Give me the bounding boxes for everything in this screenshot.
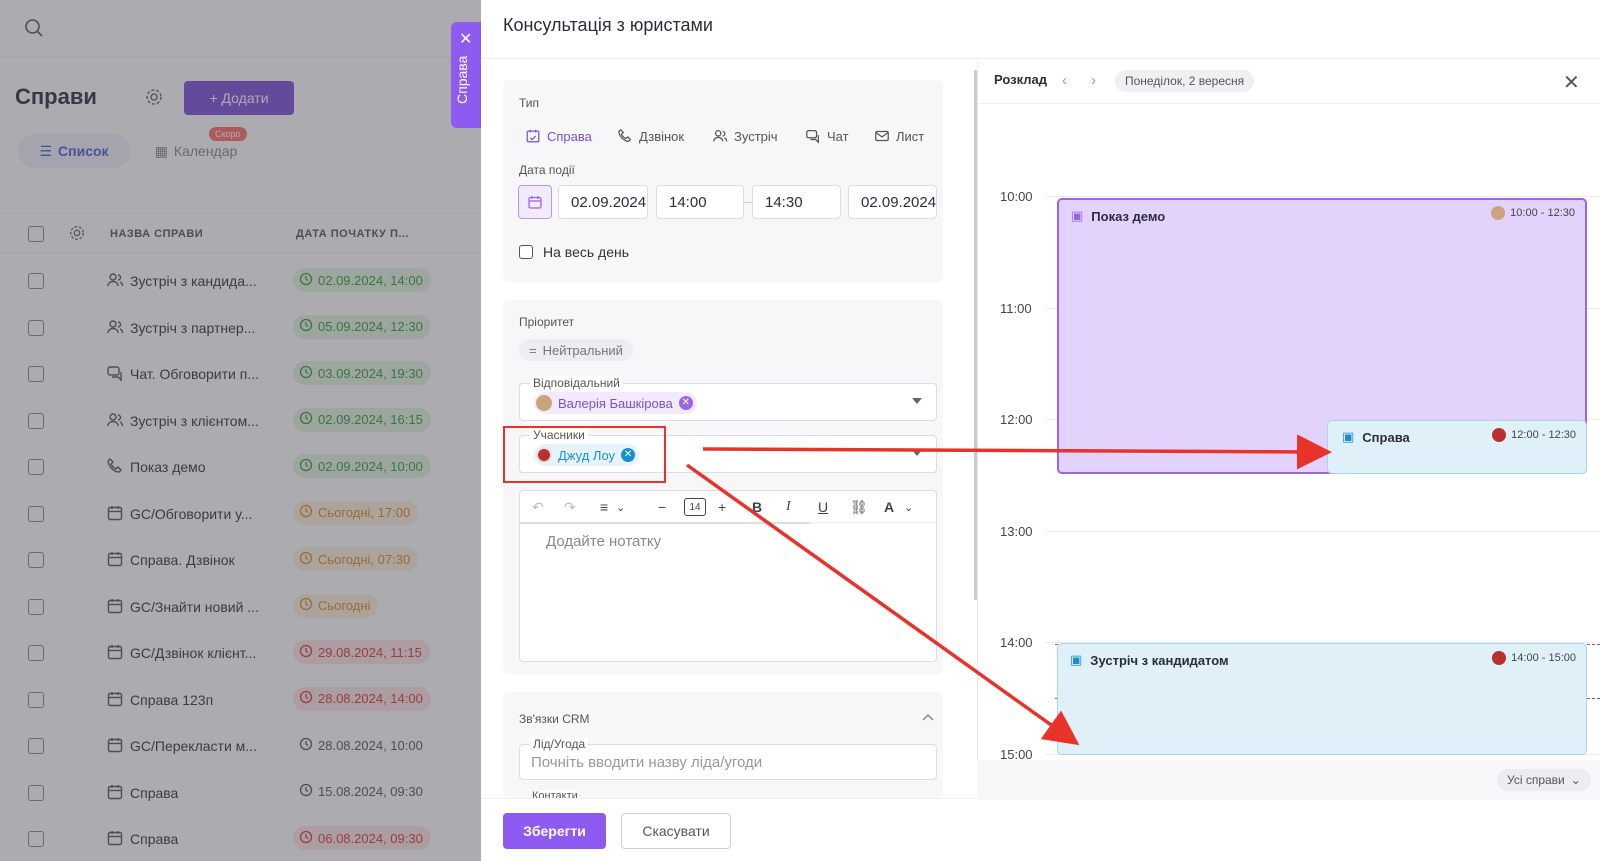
editor-toolbar: ↶ ↷ ≡ ⌄ − 14 + B I U ⛓ A ⌄ <box>520 491 936 523</box>
all-day-checkbox[interactable] <box>519 245 533 259</box>
filter-select[interactable]: Усі справи ⌄ <box>1497 769 1591 791</box>
italic-icon[interactable]: I <box>786 497 791 517</box>
lead-input[interactable]: Лід/Угода Почніть вводити назву ліда/уго… <box>519 737 937 780</box>
date-label: Дата події <box>519 163 575 177</box>
side-tab-label: Справа <box>454 55 470 104</box>
side-tab[interactable]: ✕ Справа <box>451 22 481 128</box>
calendar-icon[interactable] <box>518 185 552 219</box>
mail-icon <box>874 128 890 144</box>
close-icon[interactable]: ✕ <box>1563 70 1580 95</box>
hour-label: 11:00 <box>1000 300 1032 316</box>
chevron-down-icon: ⌄ <box>1570 773 1581 787</box>
calendar-check-icon: ▣ <box>1342 429 1355 444</box>
avatar <box>536 395 552 411</box>
type-label: Тип <box>519 96 540 110</box>
chevron-down-icon[interactable] <box>912 398 922 404</box>
chevron-down-icon[interactable]: ⌄ <box>616 497 625 517</box>
divider <box>977 103 1600 104</box>
chat-icon <box>805 128 821 144</box>
start-date-field[interactable]: 02.09.2024 <box>558 185 648 219</box>
bold-icon[interactable]: B <box>752 497 762 517</box>
type-option[interactable]: Дзвінок <box>617 126 684 146</box>
minus-icon[interactable]: − <box>658 497 666 517</box>
avatar <box>1492 428 1507 442</box>
crm-label: Зв'язки CRM <box>519 712 590 726</box>
annotation-highlight-box <box>503 426 666 483</box>
hour-line <box>1045 530 1600 532</box>
calendar-check-icon: ▣ <box>1070 652 1083 667</box>
event-meeting-candidate[interactable]: ▣ Зустріч з кандидатом 14:00 - 15:00 <box>1057 643 1587 755</box>
prev-arrow-icon[interactable]: ‹ <box>1062 72 1067 89</box>
chevron-down-icon[interactable]: ⌄ <box>904 497 913 517</box>
calendar-icon: ▣ <box>1071 208 1084 223</box>
start-time-field[interactable]: 14:00 <box>656 185 744 219</box>
cancel-button[interactable]: Скасувати <box>621 813 731 849</box>
drawer-title: Консультація з юристами <box>503 15 713 35</box>
event-sprava[interactable]: ▣ Справа 12:00 - 12:30 <box>1327 420 1587 474</box>
chevron-up-icon[interactable] <box>922 712 934 722</box>
schedule-date[interactable]: Понеділок, 2 вересня <box>1115 70 1255 92</box>
redo-icon[interactable]: ↷ <box>564 497 576 517</box>
hour-line <box>1045 196 1600 197</box>
text-color-icon[interactable]: A <box>884 497 894 517</box>
align-icon[interactable]: ≡ <box>600 497 608 517</box>
underline-icon[interactable]: U <box>818 497 828 517</box>
time-range-dash <box>744 202 752 203</box>
type-option[interactable]: Чат <box>805 126 849 146</box>
schedule-title: Розклад <box>994 72 1047 87</box>
next-arrow-icon[interactable]: › <box>1091 72 1096 89</box>
type-option[interactable]: Справа <box>525 126 592 146</box>
hour-label: 13:00 <box>1000 523 1033 539</box>
divider <box>481 58 1600 59</box>
avatar <box>1491 206 1506 220</box>
scrollbar[interactable] <box>974 70 977 600</box>
toolbar-underline <box>520 522 810 524</box>
end-time-field[interactable]: 14:30 <box>752 185 841 219</box>
type-option[interactable]: Зустріч <box>712 126 778 146</box>
note-placeholder: Додайте нотатку <box>546 533 662 550</box>
type-option[interactable]: Лист <box>874 126 924 146</box>
font-size-input[interactable]: 14 <box>684 498 706 516</box>
people-icon <box>712 128 728 144</box>
hour-label: 14:00 <box>1000 635 1033 651</box>
remove-icon[interactable]: ✕ <box>678 396 693 410</box>
undo-icon[interactable]: ↶ <box>532 497 544 517</box>
hour-label: 12:00 <box>1000 412 1033 428</box>
calendar-check-icon <box>525 128 541 144</box>
all-day-toggle[interactable]: На весь день <box>519 244 629 260</box>
priority-select[interactable]: = Нейтральний <box>519 339 633 361</box>
avatar <box>1492 651 1507 665</box>
phone-icon <box>617 128 633 144</box>
chevron-down-icon[interactable] <box>912 450 922 456</box>
end-date-field[interactable]: 02.09.2024 <box>848 185 937 219</box>
hour-label: 10:00 <box>1000 189 1033 204</box>
plus-icon[interactable]: + <box>718 497 726 517</box>
responsible-chip[interactable]: Валерія Башкірова ✕ <box>534 392 697 414</box>
equals-icon: = <box>529 342 537 358</box>
save-button[interactable]: Зберегти <box>503 813 606 849</box>
note-editor[interactable]: ↶ ↷ ≡ ⌄ − 14 + B I U ⛓ A ⌄ Додайте нотат… <box>519 490 937 662</box>
link-icon[interactable]: ⛓ <box>850 497 868 517</box>
priority-label: Пріоритет <box>519 315 575 329</box>
responsible-select[interactable]: Відповідальний Валерія Башкірова ✕ <box>519 376 937 421</box>
